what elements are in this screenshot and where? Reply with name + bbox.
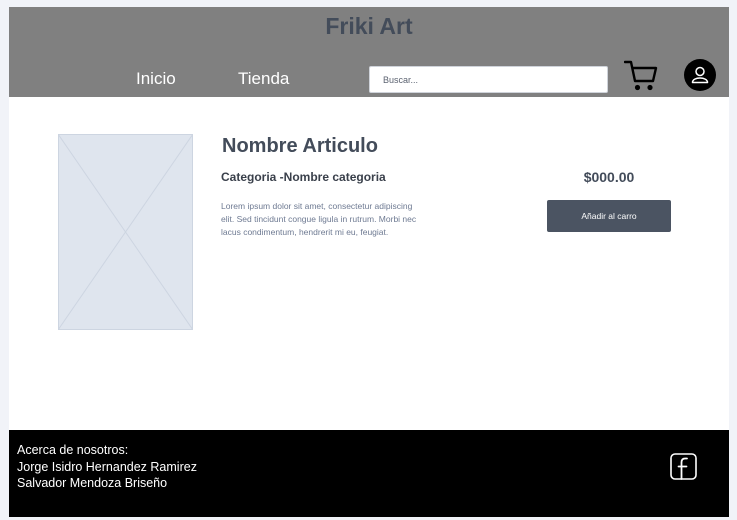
site-header: Friki Art Inicio Tienda <box>9 7 729 97</box>
image-placeholder-icon <box>58 134 193 330</box>
site-title[interactable]: Friki Art <box>9 13 729 40</box>
author-name: Jorge Isidro Hernandez Ramirez <box>17 459 197 474</box>
author-name: Salvador Mendoza Briseño <box>17 476 168 490</box>
about-label: Acerca de nosotros: <box>17 443 129 457</box>
add-to-cart-button[interactable]: Añadir al carro <box>547 200 671 232</box>
product-detail: Nombre Articulo Categoria -Nombre catego… <box>9 97 729 430</box>
product-price: $000.00 <box>583 169 635 185</box>
site-footer: Acerca de nosotros: Jorge Isidro Hernand… <box>9 430 729 517</box>
about-section: Acerca de nosotros: Jorge Isidro Hernand… <box>17 442 197 492</box>
facebook-icon[interactable] <box>670 453 697 480</box>
page-frame: Friki Art Inicio Tienda Nom <box>9 7 729 517</box>
cart-icon[interactable] <box>623 59 658 93</box>
product-description: Lorem ipsum dolor sit amet, consectetur … <box>221 201 417 237</box>
user-icon[interactable] <box>684 59 716 91</box>
search-input[interactable] <box>369 66 608 93</box>
nav-link-home[interactable]: Inicio <box>136 69 176 89</box>
product-name: Nombre Articulo <box>222 135 378 157</box>
nav-link-store[interactable]: Tienda <box>238 69 289 89</box>
product-category: Categoria -Nombre categoria <box>221 170 386 184</box>
